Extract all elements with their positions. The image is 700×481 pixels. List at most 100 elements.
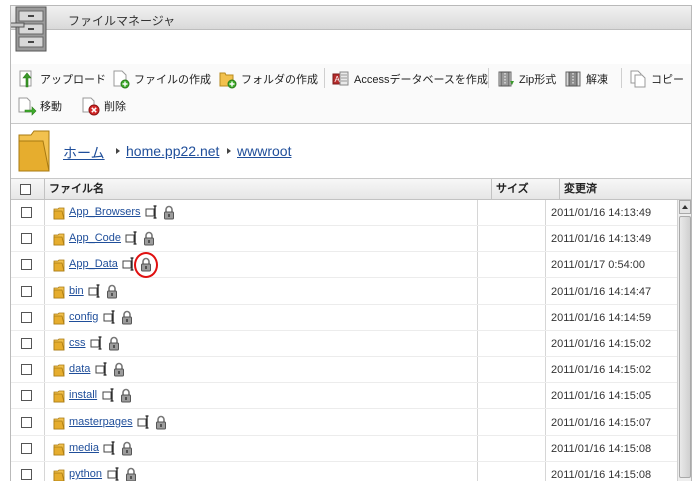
rename-icon[interactable] [95, 362, 109, 376]
move-icon [18, 97, 37, 116]
file-name-link[interactable]: data [69, 363, 90, 375]
toolbar-separator [324, 68, 325, 88]
create-folder-button[interactable]: フォルダの作成 [218, 68, 318, 90]
rename-icon[interactable] [107, 467, 121, 481]
create-file-button[interactable]: ファイルの作成 [111, 68, 211, 90]
row-checkbox[interactable] [21, 233, 32, 245]
lock-icon[interactable] [155, 415, 167, 430]
column-header-name[interactable]: ファイル名 [44, 179, 491, 200]
row-checkbox[interactable] [21, 207, 32, 218]
extract-button[interactable]: 解凍 [563, 68, 608, 90]
lock-icon[interactable] [140, 257, 152, 272]
column-header-size[interactable]: サイズ [491, 179, 559, 200]
file-row[interactable]: config 2011/01/16 14:14:59 [11, 305, 677, 331]
modified-date: 2011/01/16 14:15:02 [551, 338, 652, 350]
file-row[interactable]: App_Code 2011/01/16 14:13:49 [11, 226, 677, 253]
modified-date: 2011/01/16 14:15:08 [551, 469, 652, 481]
folder-icon [53, 469, 65, 481]
row-checkbox[interactable] [21, 364, 32, 376]
toolbar-separator [488, 68, 489, 88]
file-name-link[interactable]: masterpages [69, 416, 133, 428]
copy-icon [630, 70, 646, 88]
breadcrumb-domain-link[interactable]: home.pp22.net [126, 143, 219, 159]
row-checkbox[interactable] [21, 338, 32, 349]
row-checkbox[interactable] [21, 285, 32, 297]
scroll-thumb[interactable] [679, 216, 691, 478]
select-all-checkbox[interactable] [20, 184, 31, 195]
copy-label: コピー [651, 74, 684, 86]
upload-label: アップロード [40, 74, 106, 86]
file-row[interactable]: install 2011/01/16 14:15:05 [11, 383, 677, 410]
file-name-link[interactable]: config [69, 311, 98, 323]
lock-icon[interactable] [143, 231, 155, 246]
lock-icon[interactable] [163, 205, 175, 220]
vertical-scrollbar[interactable] [677, 200, 691, 481]
row-checkbox[interactable] [21, 311, 32, 323]
modified-date: 2011/01/16 14:15:05 [551, 390, 652, 403]
lock-icon[interactable] [121, 441, 133, 456]
row-checkbox[interactable] [21, 259, 32, 271]
folder-icon [53, 207, 65, 220]
file-row[interactable]: App_Browsers 2011/01/16 14:13:49 [11, 200, 677, 226]
file-name-link[interactable]: App_Data [69, 258, 118, 270]
row-checkbox[interactable] [21, 469, 32, 480]
file-name-link[interactable]: install [69, 389, 97, 401]
column-header-modified[interactable]: 変更済 [559, 179, 691, 200]
file-name-link[interactable]: media [69, 442, 99, 454]
file-list-header: ファイル名 サイズ 変更済 [11, 179, 691, 200]
delete-button[interactable]: 削除 [81, 95, 126, 117]
rename-icon[interactable] [103, 441, 117, 455]
file-name-link[interactable]: App_Browsers [69, 206, 141, 218]
file-row[interactable]: bin 2011/01/16 14:14:47 [11, 279, 677, 305]
file-name-link[interactable]: App_Code [69, 232, 121, 244]
file-name-link[interactable]: bin [69, 285, 84, 297]
extract-icon [565, 71, 581, 87]
folder-icon [53, 312, 65, 325]
folder-icon [53, 233, 65, 246]
file-name-link[interactable]: css [69, 337, 86, 349]
file-row[interactable]: media 2011/01/16 14:15:08 [11, 436, 677, 462]
move-button[interactable]: 移動 [17, 95, 62, 117]
zip-button[interactable]: Zip形式 [496, 68, 556, 90]
lock-icon[interactable] [113, 362, 125, 377]
rename-icon[interactable] [103, 310, 117, 324]
lock-icon[interactable] [121, 310, 133, 325]
row-checkbox[interactable] [21, 442, 32, 454]
row-checkbox[interactable] [21, 390, 32, 402]
file-row[interactable]: css 2011/01/16 14:15:02 [11, 331, 677, 357]
rename-icon[interactable] [125, 231, 139, 245]
delete-icon [82, 97, 100, 116]
row-checkbox[interactable] [21, 416, 32, 428]
breadcrumb: ホーム home.pp22.net wwwroot [11, 125, 691, 179]
copy-button[interactable]: コピー [628, 68, 684, 90]
file-list: App_Browsers 2011/01/16 14:13:49 App_Cod… [11, 200, 677, 481]
folder-icon [53, 286, 65, 298]
file-row[interactable]: App_Data 2011/01/17 0:54:00 [11, 252, 677, 279]
file-row[interactable]: python 2011/01/16 14:15:08 [11, 462, 677, 481]
upload-button[interactable]: アップロード [17, 68, 106, 90]
breadcrumb-folder-link[interactable]: wwwroot [237, 143, 291, 159]
file-manager-window: ファイルマネージャ アップロード ファイルの作成 フォルダの作成 A Acces… [10, 5, 692, 481]
rename-icon[interactable] [102, 388, 116, 403]
file-cabinet-icon [11, 6, 47, 52]
rename-icon[interactable] [145, 205, 159, 219]
file-row[interactable]: data 2011/01/16 14:15:02 [11, 357, 677, 384]
zip-label: Zip形式 [519, 74, 557, 86]
lock-icon[interactable] [120, 388, 132, 403]
lock-icon[interactable] [108, 336, 120, 351]
lock-icon[interactable] [125, 467, 137, 481]
scroll-up-button[interactable] [679, 200, 691, 214]
folder-icon [53, 417, 65, 429]
rename-icon[interactable] [88, 283, 102, 298]
rename-icon[interactable] [137, 414, 151, 429]
file-row[interactable]: masterpages 2011/01/16 14:15:07 [11, 410, 677, 436]
modified-date: 2011/01/16 14:15:08 [551, 442, 652, 455]
create-access-db-button[interactable]: A Accessデータベースを作成 [331, 68, 488, 90]
rename-icon[interactable] [90, 336, 104, 350]
breadcrumb-home-link[interactable]: ホーム [63, 143, 105, 163]
lock-icon[interactable] [106, 284, 118, 299]
rename-icon[interactable] [122, 257, 136, 272]
file-name-link[interactable]: python [69, 468, 102, 480]
folder-icon [18, 130, 50, 172]
folder-icon [53, 443, 65, 456]
